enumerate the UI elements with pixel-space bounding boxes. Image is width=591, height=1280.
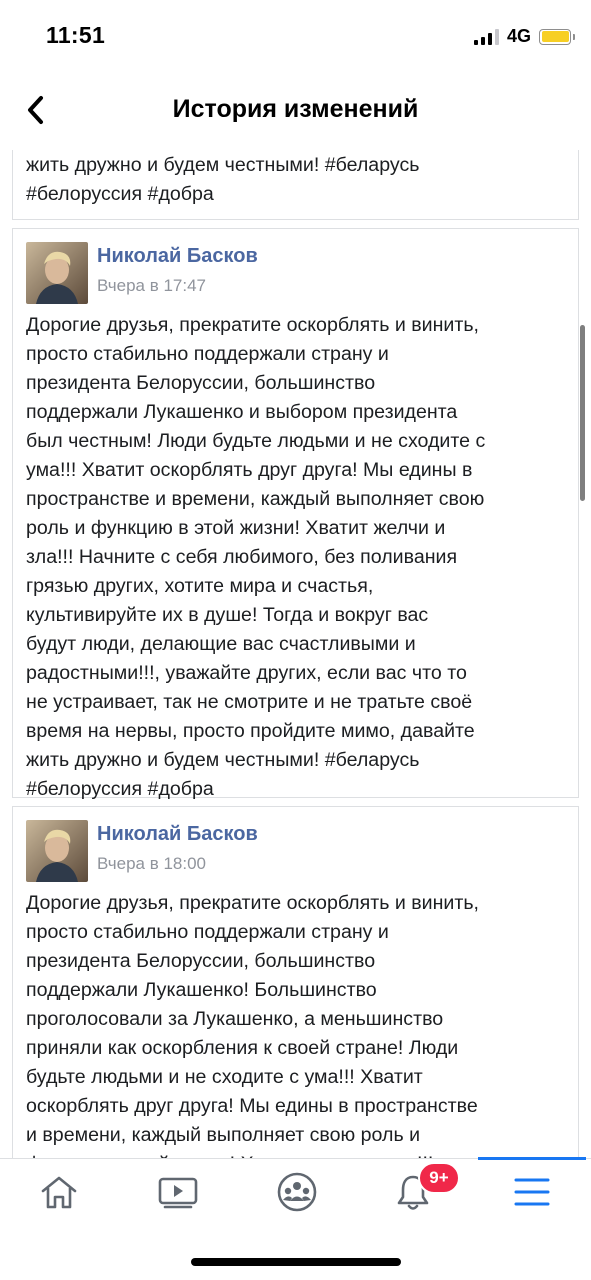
home-icon <box>41 1176 77 1209</box>
text-line: был честным! Люди будьте людьми и не схо… <box>26 430 486 452</box>
text-line: #белоруссия #добра <box>26 778 214 800</box>
text-line: Дорогие друзья, прекратите оскорблять и … <box>26 892 479 914</box>
active-tab-indicator <box>478 1157 586 1160</box>
text-line: будьте людьми и не сходите с ума!!! Хват… <box>26 1066 423 1088</box>
status-indicators: 4G <box>473 26 575 47</box>
tab-watch[interactable] <box>148 1167 208 1217</box>
author-name[interactable]: Николай Басков <box>97 245 258 268</box>
text-line: грязью других, хотите мира и счастья, <box>26 575 374 597</box>
notification-badge: 9+ <box>418 1162 460 1194</box>
revision-text: жить дружно и будем честными! #беларусь … <box>13 151 578 209</box>
revision-timestamp[interactable]: Вчера в 18:00 <box>97 854 206 874</box>
text-line: просто стабильно поддержали страну и <box>26 921 389 943</box>
revision-text: Дорогие друзья, прекратите оскорблять и … <box>13 307 578 804</box>
text-line: проголосовали за Лукашенко, а меньшинств… <box>26 1008 444 1030</box>
text-line: будут люди, делающие вас счастливыми и <box>26 633 416 655</box>
text-line: время на нервы, просто пройдите мимо, да… <box>26 720 475 742</box>
text-line: и времени, каждый выполняет свою роль и <box>26 1124 421 1146</box>
text-line: роль и функцию в этой жизни! Хватит желч… <box>26 517 446 539</box>
revision-timestamp[interactable]: Вчера в 17:47 <box>97 276 206 296</box>
menu-icon <box>514 1178 550 1206</box>
page-title: История изменений <box>172 95 419 123</box>
text-line: президента Белоруссии, большинство <box>26 950 376 972</box>
tab-home[interactable] <box>29 1167 89 1217</box>
revision-card: Николай Басков Вчера в 17:47 Дорогие дру… <box>12 228 579 800</box>
text-line: пространстве и времени, каждый выполняет… <box>26 488 485 510</box>
text-line: не устраивает, так не смотрите и не трат… <box>26 691 473 713</box>
revision-header: Николай Басков Вчера в 17:47 <box>13 229 578 307</box>
text-line: ума!!! Хватит оскорблять друг друга! Мы … <box>26 459 473 481</box>
revision-list[interactable]: жить дружно и будем честными! #беларусь … <box>0 150 591 1158</box>
nav-header: История изменений <box>0 80 591 142</box>
revision-text: Дорогие друзья, прекратите оскорблять и … <box>13 885 578 1158</box>
text-line: президента Белоруссии, большинство <box>26 372 376 394</box>
tab-menu[interactable] <box>502 1167 562 1217</box>
text-line: жить дружно и будем честными! #беларусь <box>26 154 420 176</box>
network-type: 4G <box>506 26 531 46</box>
text-line: Дорогие друзья, прекратите оскорблять и … <box>26 314 479 336</box>
text-line: оскорблять друг друга! Мы едины в простр… <box>26 1095 478 1117</box>
author-name[interactable]: Николай Басков <box>97 823 258 846</box>
text-line: просто стабильно поддержали страну и <box>26 343 389 365</box>
text-line: радостными!!!, уважайте других, если вас… <box>26 662 467 684</box>
battery-icon <box>539 28 575 45</box>
tab-bar <box>0 1157 591 1222</box>
home-indicator[interactable] <box>191 1258 401 1266</box>
signal-icon <box>473 28 499 45</box>
revision-card: Николай Басков Вчера в 18:00 Дорогие дру… <box>12 806 579 1158</box>
text-line: культивируйте их в душе! Тогда и вокруг … <box>26 604 429 626</box>
text-line: жить дружно и будем честными! #беларусь <box>26 749 420 771</box>
text-line: #белоруссия #добра <box>26 183 214 205</box>
text-line: поддержали Лукашенко и выбором президент… <box>26 401 458 423</box>
revision-card: жить дружно и будем честными! #беларусь … <box>12 150 579 220</box>
tab-groups[interactable] <box>267 1167 327 1217</box>
text-line: поддержали Лукашенко! Большинство <box>26 979 377 1001</box>
avatar[interactable] <box>26 820 88 882</box>
avatar[interactable] <box>26 242 88 304</box>
status-bar: 11:51 4G <box>0 0 591 72</box>
text-line: зла!!! Начните с себя любимого, без поли… <box>26 546 458 568</box>
video-icon <box>158 1177 198 1209</box>
status-time: 11:51 <box>46 22 106 48</box>
scrollbar[interactable] <box>580 325 585 501</box>
revision-header: Николай Басков Вчера в 18:00 <box>13 807 578 885</box>
groups-icon <box>277 1172 317 1212</box>
text-line: приняли как оскорбления к своей стране! … <box>26 1037 459 1059</box>
